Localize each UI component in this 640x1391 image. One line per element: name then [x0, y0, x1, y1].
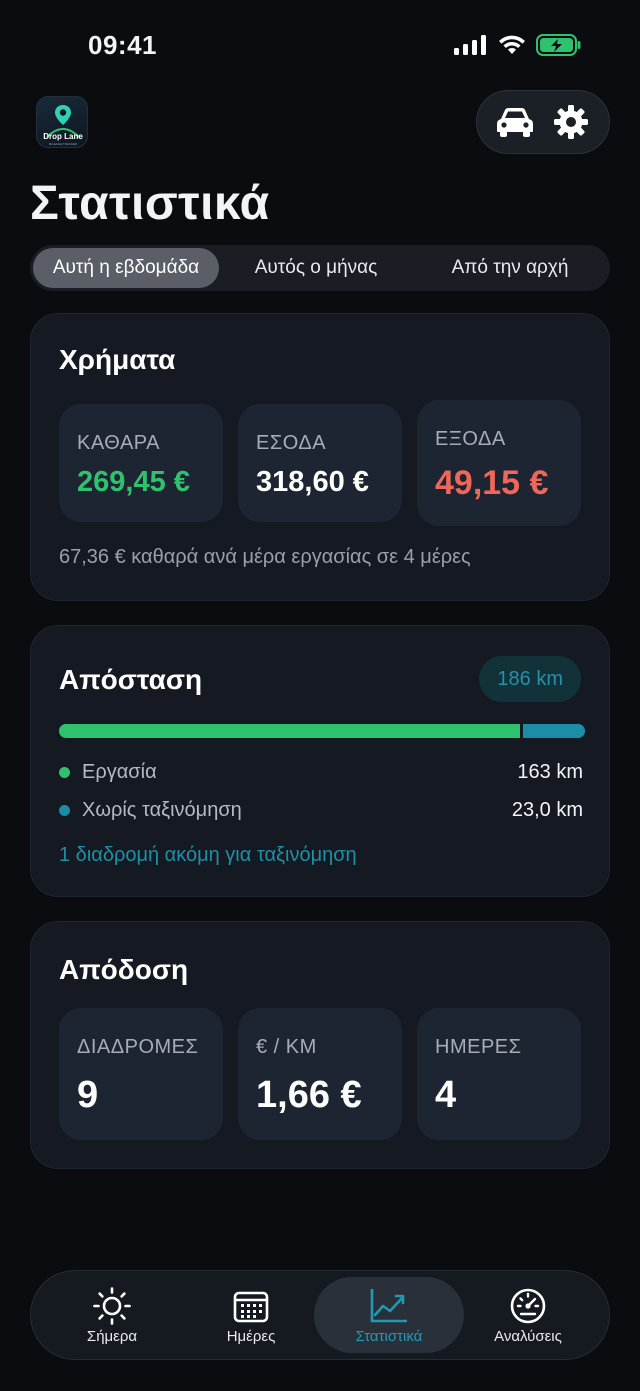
net-value: 269,45 € [77, 466, 190, 498]
distance-bar-unclassified [522, 724, 585, 738]
period-all-time[interactable]: Από την αρχή [413, 248, 607, 288]
performance-card: Απόδοση ΔΙΑΔΡΟΜΕΣ 9 € / KM 1,66 € ΗΜΕΡΕΣ… [30, 921, 610, 1169]
net-label: ΚΑΘΑΡΑ [77, 432, 160, 454]
work-dot [59, 766, 70, 778]
work-value: 163 km [517, 760, 583, 783]
net-per-day-note: 67,36 € καθαρά ανά μέρα εργασίας σε 4 μέ… [59, 546, 471, 568]
distance-bar [59, 724, 585, 738]
distance-bar-work [59, 724, 520, 738]
status-bar: 09:41 [0, 0, 640, 92]
per-km-value: 1,66 € [256, 1074, 362, 1116]
net-tile: ΚΑΘΑΡΑ 269,45 € [59, 404, 223, 522]
legend-row-unclassified: Χωρίς ταξινόμηση 23,0 km [59, 795, 583, 825]
days-tile: ΗΜΕΡΕΣ 4 [417, 1008, 581, 1140]
per-km-tile: € / KM 1,66 € [238, 1008, 402, 1140]
legend-row-work: Εργασία 163 km [59, 757, 583, 787]
money-card: Χρήματα ΚΑΘΑΡΑ 269,45 € ΕΣΟΔΑ 318,60 € Ε… [30, 313, 610, 601]
tab-today[interactable]: Σήμερα [37, 1277, 187, 1353]
page-title: Στατιστικά [30, 177, 270, 230]
signal-icon [454, 35, 486, 55]
tab-days-label: Ημέρες [226, 1327, 276, 1345]
days-label: ΗΜΕΡΕΣ [435, 1036, 522, 1058]
tab-today-label: Σήμερα [86, 1327, 138, 1345]
calendar-icon [233, 1291, 269, 1322]
logo-subtext: MILEAGE TRACKER [49, 142, 78, 146]
unclassified-value: 23,0 km [511, 798, 583, 821]
battery-icon [536, 34, 581, 56]
trips-value: 9 [77, 1074, 99, 1116]
period-this-week[interactable]: Αυτή η εβδομάδα [33, 248, 219, 288]
income-label: ΕΣΟΔΑ [256, 432, 327, 454]
trips-label: ΔΙΑΔΡΟΜΕΣ [77, 1036, 199, 1058]
period-selector: Αυτή η εβδομάδα Αυτός ο μήνας Από την αρ… [30, 245, 610, 291]
chart-icon [370, 1288, 407, 1322]
tab-statistics-label: Στατιστικά [355, 1327, 423, 1345]
tab-days[interactable]: Ημέρες [176, 1277, 326, 1353]
days-value: 4 [435, 1074, 457, 1116]
app-logo: Drop Lane MILEAGE TRACKER [36, 96, 88, 148]
expenses-tile: ΕΞΟΔΑ 49,15 € [417, 400, 581, 526]
settings-button[interactable] [547, 98, 595, 146]
status-icons [454, 34, 582, 56]
performance-title: Απόδοση [59, 954, 189, 985]
car-icon [497, 108, 533, 137]
income-value: 318,60 € [256, 466, 369, 498]
expenses-value: 49,15 € [435, 464, 549, 502]
logo-text: Drop Lane [43, 132, 83, 141]
trips-tile: ΔΙΑΔΡΟΜΕΣ 9 [59, 1008, 223, 1140]
per-km-label: € / KM [256, 1036, 317, 1058]
unclassified-dot [59, 804, 70, 816]
expenses-label: ΕΞΟΔΑ [435, 428, 506, 450]
money-title: Χρήματα [59, 344, 176, 375]
distance-title: Απόσταση [59, 664, 203, 695]
tab-statistics[interactable]: Στατιστικά [314, 1277, 464, 1353]
distance-card: Απόσταση 186 km Εργασία 163 km Χωρίς ταξ… [30, 625, 610, 897]
distance-total-badge: 186 km [479, 656, 581, 702]
period-this-month[interactable]: Αυτός ο μήνας [219, 248, 413, 288]
sun-icon [93, 1286, 131, 1325]
header-actions [476, 90, 610, 154]
classify-trips-link[interactable]: 1 διαδρομή ακόμη για ταξινόμηση [59, 844, 357, 867]
tab-bar: Σήμερα Ημέρες Στατιστικά Αναλύσεις [30, 1270, 610, 1360]
gauge-icon [510, 1288, 546, 1323]
tab-analytics[interactable]: Αναλύσεις [453, 1277, 603, 1353]
status-time: 09:41 [88, 30, 157, 60]
income-tile: ΕΣΟΔΑ 318,60 € [238, 404, 402, 522]
unclassified-label: Χωρίς ταξινόμηση [82, 798, 242, 821]
wifi-icon [499, 35, 525, 54]
tab-analytics-label: Αναλύσεις [494, 1327, 562, 1345]
work-label: Εργασία [82, 760, 157, 783]
gear-icon [554, 105, 588, 139]
vehicle-button[interactable] [491, 98, 539, 146]
